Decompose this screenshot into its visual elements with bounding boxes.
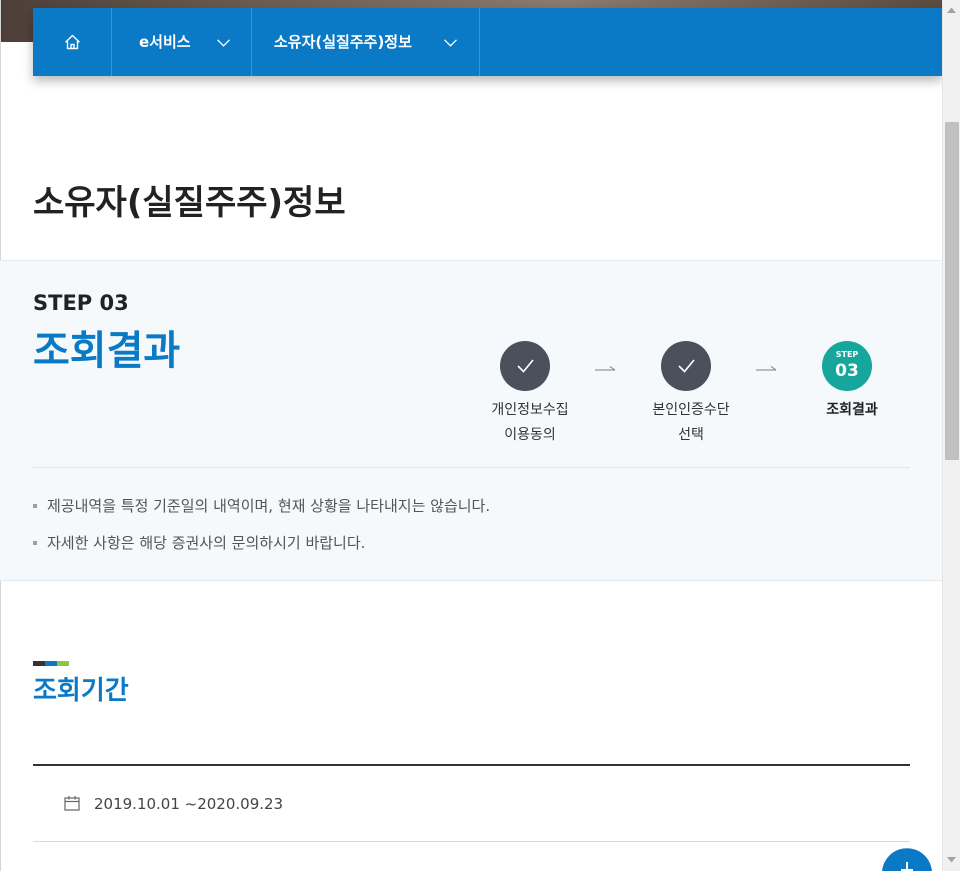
nav-home-button[interactable] xyxy=(33,8,112,76)
section-deco-bar xyxy=(57,661,69,666)
scrollbar-thumb[interactable] xyxy=(945,122,959,460)
step-section: STEP 03 조회결과 STEP 03 개인정보수집 이용동의 본인인증수단 … xyxy=(0,260,942,581)
step-label-line: 조회결과 xyxy=(826,402,878,418)
step-number-label: STEP 03 xyxy=(33,291,129,315)
step-2-label: 본인인증수단 선택 xyxy=(626,398,756,448)
nav-item-owner-info[interactable]: 소유자(실질주주)정보 xyxy=(252,8,480,76)
check-icon xyxy=(678,359,695,373)
step-label-line: 본인인증수단 xyxy=(652,402,730,418)
table-bottom-border xyxy=(33,841,910,842)
period-range: 2019.10.01 ~2020.09.23 xyxy=(94,795,284,813)
arrow-right-icon xyxy=(595,366,616,371)
period-title: 조회기간 xyxy=(33,676,129,706)
step-label-line: 선택 xyxy=(678,427,704,443)
calendar-icon xyxy=(64,796,80,811)
nav-item-label: e서비스 xyxy=(139,33,191,51)
scroll-down-arrow-icon[interactable] xyxy=(947,857,956,863)
check-icon xyxy=(517,359,534,373)
period-row: 2019.10.01 ~2020.09.23 xyxy=(33,766,910,841)
bullet-icon xyxy=(33,541,37,545)
chevron-down-icon xyxy=(217,39,230,47)
top-navigation: e서비스 소유자(실질주주)정보 xyxy=(33,8,942,76)
step-3-label: 조회결과 xyxy=(787,398,917,423)
step-label-line: 개인정보수집 xyxy=(491,402,569,418)
step-badge-small: STEP xyxy=(835,350,859,359)
chevron-down-icon xyxy=(444,39,457,47)
section-deco-bar xyxy=(33,661,45,666)
fab-plus-button[interactable] xyxy=(882,848,932,871)
home-icon xyxy=(65,34,80,50)
step-label-line: 이용동의 xyxy=(504,427,556,443)
notice-text: 자세한 사항은 해당 증권사의 문의하시기 바랍니다. xyxy=(47,534,366,552)
arrow-right-icon xyxy=(756,366,777,371)
bullet-icon xyxy=(33,504,37,508)
nav-item-eservice[interactable]: e서비스 xyxy=(112,8,252,76)
step-title: 조회결과 xyxy=(33,328,181,374)
step-3-circle: STEP 03 xyxy=(822,341,872,391)
divider xyxy=(33,467,910,468)
step-1-circle xyxy=(500,341,550,391)
step-badge-number: 03 xyxy=(835,361,859,381)
scroll-up-arrow-icon[interactable] xyxy=(947,7,956,13)
notice-text: 제공내역을 특정 기준일의 내역이며, 현재 상황을 나타내지는 않습니다. xyxy=(47,497,491,515)
section-deco-bar xyxy=(45,661,57,666)
vertical-scrollbar[interactable] xyxy=(942,0,960,871)
nav-item-label: 소유자(실질주주)정보 xyxy=(274,33,412,51)
page: e서비스 소유자(실질주주)정보 소유자(실질주주)정보 STEP 03 조회결… xyxy=(0,0,942,871)
page-title: 소유자(실질주주)정보 xyxy=(33,183,346,223)
step-1-label: 개인정보수집 이용동의 xyxy=(465,398,595,448)
step-2-circle xyxy=(661,341,711,391)
